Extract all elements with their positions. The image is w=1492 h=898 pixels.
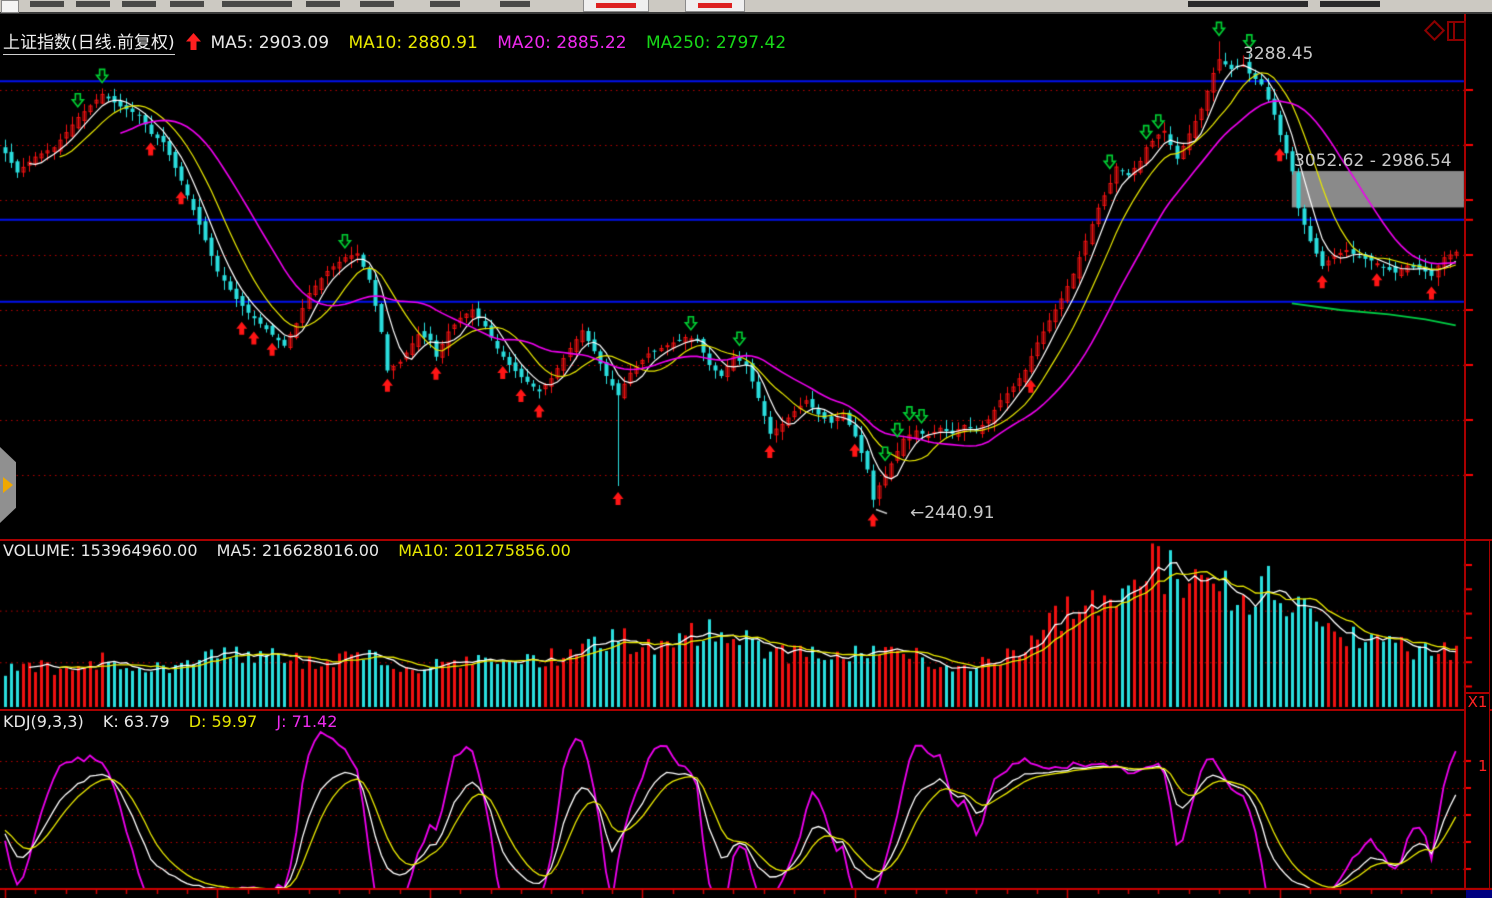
trading-app-window: 上证指数(日线.前复权) MA5: 2903.09 MA10: 2880.91 …: [0, 0, 1492, 898]
menu-right-text: [1320, 1, 1380, 7]
menu-bar[interactable]: [0, 0, 1492, 14]
low-price-label: ←2440.91: [910, 503, 995, 523]
volume-value: VOLUME: 153964960.00: [3, 541, 198, 560]
k-value: K: 63.79: [103, 712, 170, 731]
sell-button-label: [698, 3, 732, 8]
kdj-name: KDJ(9,3,3): [3, 712, 84, 731]
menu-item[interactable]: [306, 1, 340, 7]
panel-expand-arrow-icon[interactable]: [3, 477, 13, 493]
menu-item[interactable]: [430, 1, 460, 7]
vol-ma5-value: MA5: 216628016.00: [217, 541, 379, 560]
j-value: J: 71.42: [276, 712, 337, 731]
ma5-value: MA5: 2903.09: [210, 33, 329, 53]
menu-item[interactable]: [360, 1, 394, 7]
menu-item[interactable]: [170, 1, 204, 7]
right-edge-line: [1489, 539, 1490, 890]
kdj-header: KDJ(9,3,3) K: 63.79 D: 59.97 J: 71.42: [3, 712, 351, 731]
panel-divider[interactable]: [0, 539, 1492, 541]
menu-item[interactable]: [222, 1, 292, 7]
price-axis-line: [1464, 14, 1466, 890]
main-chart-header: 上证指数(日线.前复权) MA5: 2903.09 MA10: 2880.91 …: [3, 28, 800, 53]
peak-price-label: 3288.45: [1243, 44, 1313, 64]
menu-item[interactable]: [500, 1, 530, 7]
bottom-corner-block: [1466, 890, 1492, 898]
ma20-value: MA20: 2885.22: [497, 33, 626, 53]
sell-button[interactable]: [685, 0, 745, 12]
kdj-axis-label: 1: [1478, 757, 1488, 775]
ma250-value: MA250: 2797.42: [646, 33, 786, 53]
chart-canvas[interactable]: [0, 0, 1492, 898]
panel-divider[interactable]: [0, 709, 1492, 711]
menu-item[interactable]: [76, 1, 110, 7]
vol-ma10-value: MA10: 201275856.00: [398, 541, 571, 560]
menu-item[interactable]: [122, 1, 156, 7]
d-value: D: 59.97: [189, 712, 258, 731]
buy-button[interactable]: [583, 0, 649, 12]
menu-item[interactable]: [30, 1, 64, 7]
menu-right-text: [1188, 1, 1308, 7]
red-up-arrow-icon: [186, 33, 206, 53]
instrument-title: 上证指数(日线.前复权): [3, 33, 175, 55]
gap-range-label: 3052.62 - 2986.54: [1294, 151, 1452, 171]
split-window-icon[interactable]: [1447, 21, 1466, 41]
buy-button-label: [596, 3, 636, 8]
app-icon: [1, 0, 19, 13]
volume-scale-badge: X1: [1466, 692, 1489, 711]
split-window-divider: [1453, 23, 1455, 39]
ma10-value: MA10: 2880.91: [348, 33, 477, 53]
volume-header: VOLUME: 153964960.00 MA5: 216628016.00 M…: [3, 541, 585, 560]
